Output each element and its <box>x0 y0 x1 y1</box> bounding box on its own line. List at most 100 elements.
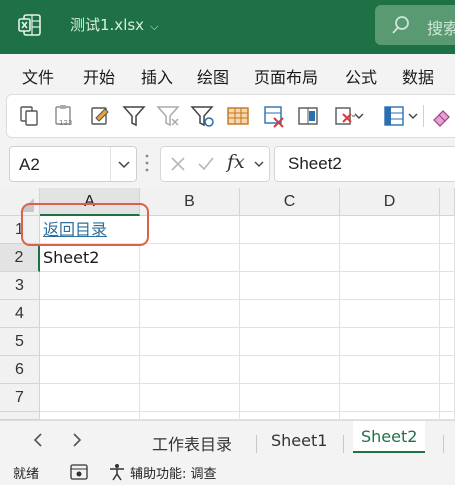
grid-cell[interactable] <box>340 328 440 356</box>
grid-cell[interactable] <box>240 384 340 412</box>
search-placeholder: 搜索 <box>427 19 455 38</box>
grid-cell[interactable] <box>240 244 340 272</box>
grid-cell[interactable] <box>140 328 240 356</box>
grid-cell[interactable] <box>440 216 455 244</box>
grid-cell[interactable] <box>240 216 340 244</box>
cancel-icon[interactable] <box>170 156 186 172</box>
menu-home[interactable]: 开始 <box>83 64 115 88</box>
grid-cell[interactable] <box>340 244 440 272</box>
grid-cell[interactable] <box>440 244 455 272</box>
chevron-down-icon <box>118 161 130 169</box>
sheet-tab-sheet1[interactable]: Sheet1 <box>271 431 327 450</box>
menu-formulas[interactable]: 公式 <box>345 64 377 88</box>
grid-cell[interactable] <box>240 356 340 384</box>
accessibility-status[interactable]: 辅助功能: 调查 <box>130 463 217 482</box>
grid-cell[interactable] <box>140 300 240 328</box>
sheet-tab-bar: 工作表目录 Sheet1 Sheet2 <box>0 420 455 460</box>
grid-cell[interactable] <box>440 356 455 384</box>
grid-cell[interactable] <box>440 412 455 420</box>
row-header-2[interactable]: 2 <box>0 244 40 272</box>
name-box-value: A2 <box>19 155 40 174</box>
chevron-down-icon[interactable] <box>407 103 419 129</box>
grid-cell[interactable] <box>40 412 140 420</box>
name-box[interactable]: A2 <box>9 146 137 182</box>
back-to-directory-link[interactable]: 返回目录 <box>43 220 107 239</box>
row-header-5[interactable]: 5 <box>0 328 40 356</box>
grid-cell[interactable] <box>340 272 440 300</box>
chevron-left-icon[interactable] <box>27 429 49 451</box>
grid-cell[interactable] <box>440 300 455 328</box>
search-input[interactable]: 搜索 <box>375 5 455 45</box>
file-title[interactable]: 测试1.xlsx ⌵ <box>70 14 158 35</box>
menu-insert[interactable]: 插入 <box>141 64 173 88</box>
chevron-down-icon[interactable] <box>353 103 365 129</box>
clear-filter-icon[interactable] <box>155 103 181 129</box>
sheet-tab-sheet2[interactable]: Sheet2 <box>353 421 426 453</box>
grid-cell[interactable] <box>340 216 440 244</box>
column-header-a[interactable]: A <box>40 188 140 216</box>
grid-cell[interactable] <box>140 412 240 420</box>
format-painter-icon[interactable] <box>87 103 113 129</box>
grid-cell[interactable] <box>140 384 240 412</box>
grid-cell[interactable] <box>40 300 140 328</box>
row-header-3[interactable]: 3 <box>0 272 40 300</box>
grid-cell[interactable] <box>440 272 455 300</box>
menu-draw[interactable]: 绘图 <box>197 64 229 88</box>
chevron-down-icon[interactable] <box>253 159 265 169</box>
grid-cell[interactable] <box>40 384 140 412</box>
grid-cell[interactable] <box>340 300 440 328</box>
grid-cell[interactable] <box>240 272 340 300</box>
grid-cell[interactable] <box>440 384 455 412</box>
cell-a2[interactable]: Sheet2 <box>40 244 140 272</box>
grid-cell[interactable] <box>140 244 240 272</box>
sheet-tab-directory[interactable]: 工作表目录 <box>152 431 232 455</box>
grid-cell[interactable] <box>240 328 340 356</box>
copy-icon[interactable] <box>17 103 43 129</box>
macro-record-icon[interactable] <box>70 464 88 480</box>
column-header-b[interactable]: B <box>140 188 240 216</box>
select-all-corner[interactable] <box>0 188 40 216</box>
eraser-icon[interactable] <box>429 103 455 129</box>
grid-cell[interactable] <box>40 356 140 384</box>
filter-icon[interactable] <box>121 103 147 129</box>
menu-page-layout[interactable]: 页面布局 <box>254 64 318 88</box>
grid-cell[interactable] <box>140 216 240 244</box>
grid-cell[interactable] <box>240 300 340 328</box>
row-header-7[interactable]: 7 <box>0 384 40 412</box>
row-header-8[interactable] <box>0 412 40 420</box>
table-icon[interactable] <box>225 103 251 129</box>
grid-cell[interactable] <box>40 272 140 300</box>
grid-cell[interactable] <box>340 384 440 412</box>
chevron-down-icon: ⌵ <box>150 20 159 33</box>
chevron-right-icon[interactable] <box>66 429 88 451</box>
column-header-d[interactable]: D <box>340 188 440 216</box>
row-header-4[interactable]: 4 <box>0 300 40 328</box>
merge-icon[interactable] <box>295 103 321 129</box>
grid-cell[interactable] <box>340 412 440 420</box>
delete-table-icon[interactable] <box>261 103 287 129</box>
paste-number-icon[interactable]: 123 <box>51 103 77 129</box>
row-header-6[interactable]: 6 <box>0 356 40 384</box>
grid-cell[interactable] <box>140 272 240 300</box>
grid-cell[interactable] <box>240 412 340 420</box>
grid-cell[interactable] <box>440 328 455 356</box>
column-header-e[interactable] <box>440 188 455 216</box>
grid-cell[interactable] <box>140 356 240 384</box>
grid-cell[interactable] <box>40 328 140 356</box>
menu-data[interactable]: 数据 <box>402 64 434 88</box>
row-header-1[interactable]: 1 <box>0 216 40 244</box>
formula-input[interactable]: Sheet2 <box>274 146 455 182</box>
cell-a1[interactable]: 返回目录 <box>40 216 140 244</box>
name-box-dropdown[interactable] <box>110 147 136 181</box>
advanced-filter-icon[interactable] <box>189 103 215 129</box>
accessibility-icon[interactable] <box>108 463 126 481</box>
enter-check-icon[interactable] <box>197 156 215 172</box>
grid-cell[interactable] <box>340 356 440 384</box>
excel-icon[interactable] <box>18 13 42 37</box>
menu-file[interactable]: 文件 <box>22 64 54 88</box>
insert-columns-icon[interactable] <box>381 103 407 129</box>
column-header-c[interactable]: C <box>240 188 340 216</box>
insert-function-button[interactable]: fx <box>227 151 245 173</box>
spreadsheet-grid: A B C D 1 2 3 4 5 6 7 返回目录 Sheet2 <box>0 188 455 420</box>
formula-content: Sheet2 <box>288 154 342 173</box>
